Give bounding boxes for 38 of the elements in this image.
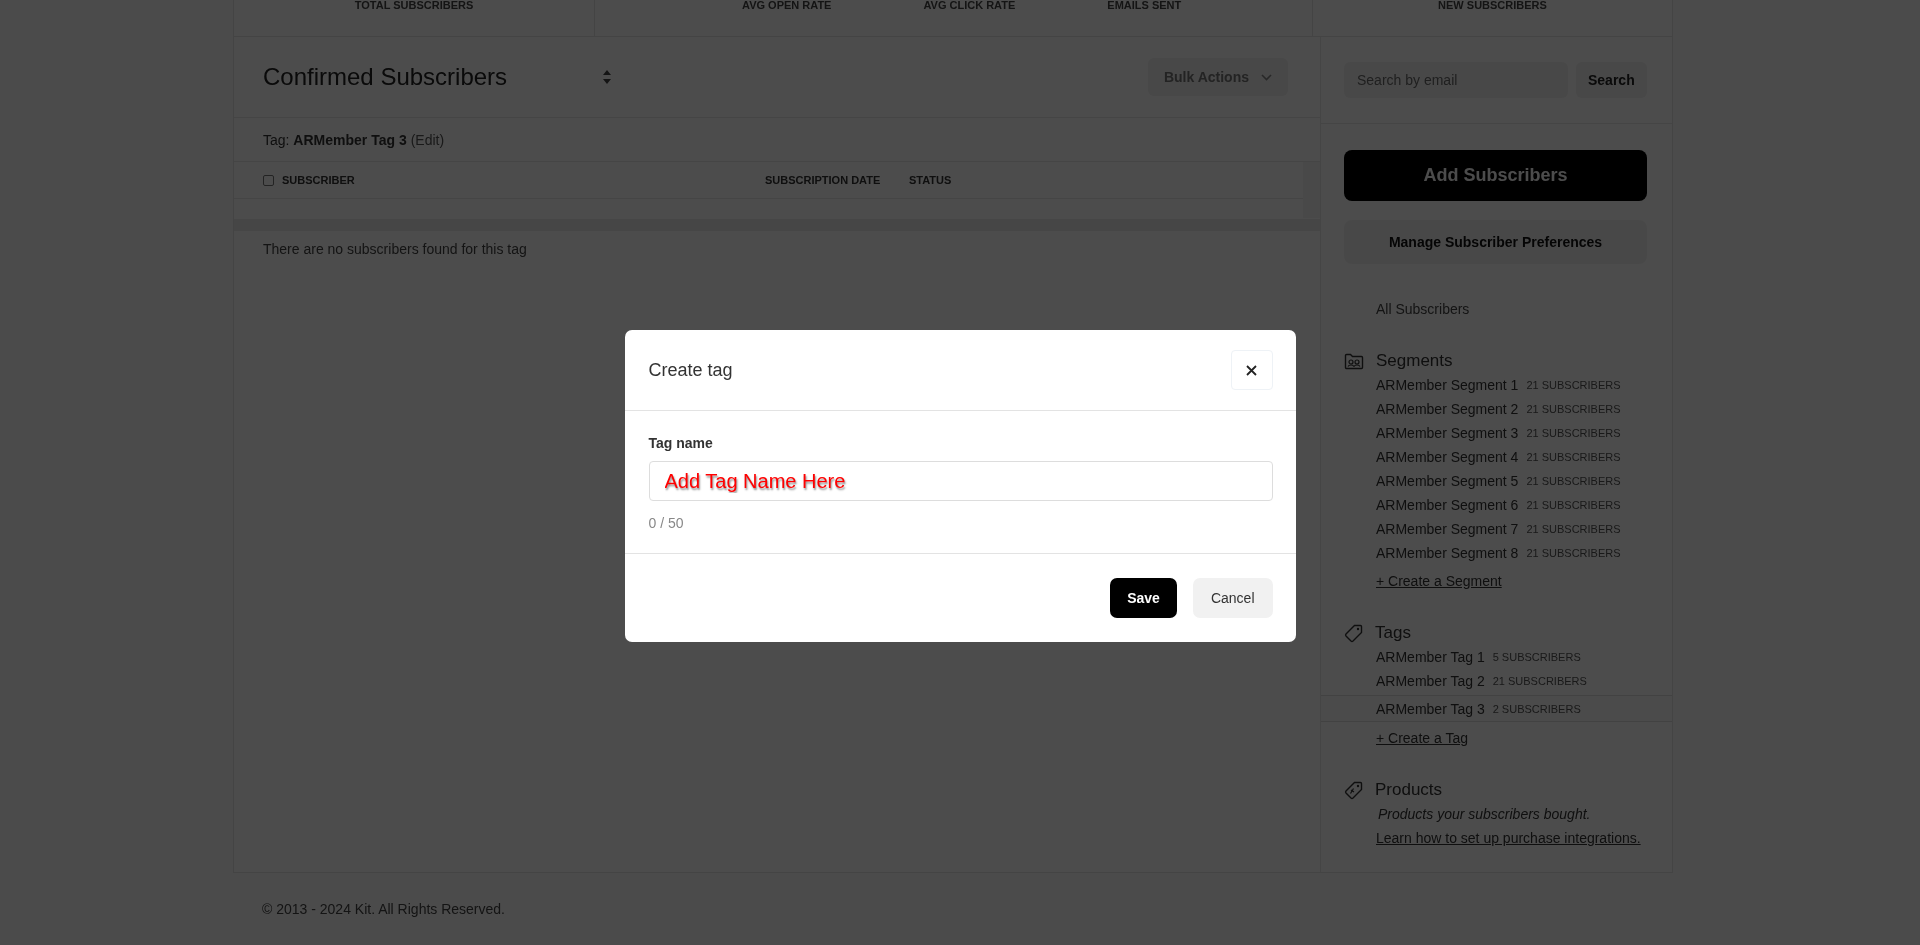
item-name: ARMember Segment 7 [1376,521,1519,537]
section-description: Products your subscribers bought. [1378,806,1592,822]
stat-label: AVG CLICK RATE [923,0,1016,10]
item-name: ARMember Tag 1 [1376,649,1485,665]
help-link[interactable]: Learn how to set up purchase integrations. [1376,830,1641,846]
column-header: SUBSCRIBER [282,174,356,186]
filter-label: Tag: ARMember Tag 3 [263,131,407,148]
modal-title: Create tag [648,359,733,381]
item-name: ARMember Tag 3 [1376,700,1485,717]
column-header: SUBSCRIPTION DATE [765,174,882,186]
section-heading: Tags [1375,623,1411,643]
all-subscribers-link[interactable]: All Subscribers [1376,301,1470,317]
tag-name-field[interactable]: Add Tag Name Here [648,461,1273,501]
stat-label: EMAILS SENT [1107,0,1182,10]
column-header: STATUS [909,174,952,186]
stat-label: TOTAL SUBSCRIBERS [354,0,474,10]
save-button[interactable]: Save [1110,578,1177,618]
section-heading: Products [1375,780,1443,800]
stat-label: NEW SUBSCRIBERS [1438,0,1547,10]
close-icon [1246,364,1257,376]
item-name: ARMember Segment 1 [1376,377,1519,393]
item-name: ARMember Segment 2 [1376,401,1519,417]
character-counter: 0 / 50 [648,515,685,531]
item-name: ARMember Tag 2 [1376,673,1485,689]
item-name: ARMember Segment 3 [1376,425,1519,441]
item-name: ARMember Segment 6 [1376,497,1519,513]
page-title: Confirmed Subscribers [263,63,509,91]
create-link[interactable]: + Create a Tag [1376,730,1468,746]
item-name: ARMember Segment 4 [1376,449,1519,465]
item-name: ARMember Segment 8 [1376,545,1519,561]
item-name: ARMember Segment 5 [1376,473,1519,489]
cancel-button[interactable]: Cancel [1192,578,1273,618]
section-heading: Segments [1376,351,1453,371]
close-button[interactable] [1230,350,1273,390]
field-label: Tag name [648,435,714,451]
stat-label: AVG OPEN RATE [742,0,832,10]
create-link[interactable]: + Create a Segment [1376,573,1502,589]
empty-message: There are no subscribers found for this tag [262,240,528,259]
